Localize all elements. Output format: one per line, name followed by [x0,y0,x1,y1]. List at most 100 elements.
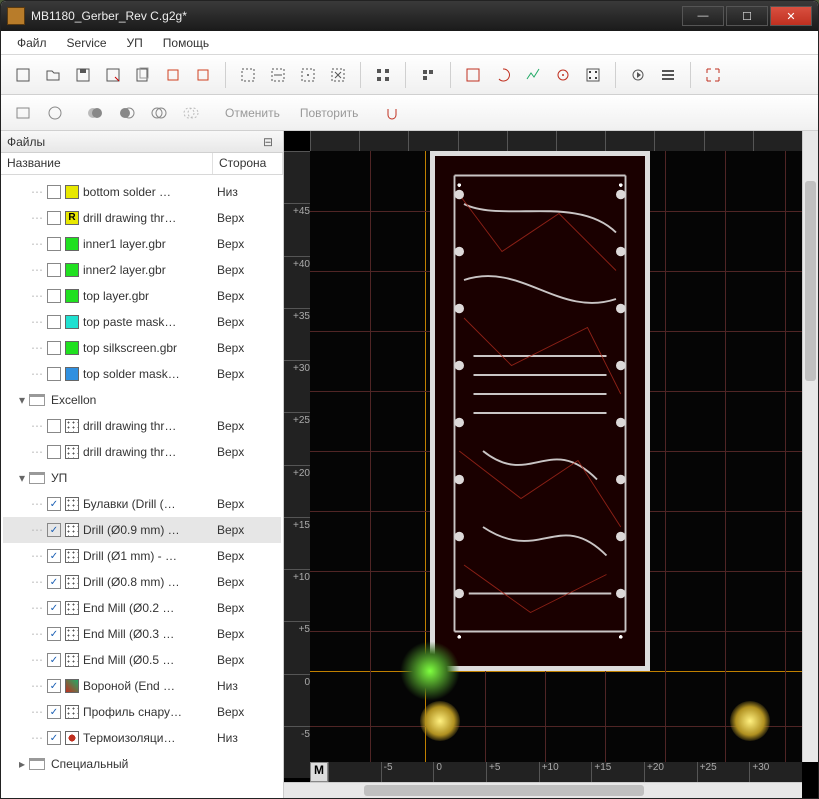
visibility-checkbox[interactable]: ✓ [47,731,61,745]
file-row[interactable]: ⋯✓Термоизоляци…Низ [3,725,281,751]
menu-service[interactable]: Service [57,33,117,53]
visibility-checkbox[interactable] [47,263,61,277]
scrollbar-thumb[interactable] [364,785,644,796]
files-panel: Файлы ⊟ Название Сторона ⋯bottom solder … [1,131,284,798]
file-row[interactable]: ⋯✓Drill (Ø1 mm) - …Верх [3,543,281,569]
secondary-toolbar: Отменить Повторить [1,95,818,131]
list-icon[interactable] [656,63,680,87]
grid-icon[interactable] [371,63,395,87]
bool-c-icon[interactable] [147,101,171,125]
maximize-button[interactable]: ☐ [726,6,768,26]
scrollbar-thumb[interactable] [805,181,816,381]
visibility-checkbox[interactable] [47,185,61,199]
bool-b-icon[interactable] [115,101,139,125]
visibility-checkbox[interactable] [47,367,61,381]
visibility-checkbox[interactable]: ✓ [47,627,61,641]
menu-help[interactable]: Помощь [153,33,219,53]
minimize-button[interactable]: — [682,6,724,26]
file-row[interactable]: ⋯top solder mask…Верх [3,361,281,387]
select-icon[interactable] [236,63,260,87]
menu-file[interactable]: Файл [7,33,57,53]
file-row[interactable]: ⋯✓Булавки (Drill (…Верх [3,491,281,517]
visibility-checkbox[interactable]: ✓ [47,497,61,511]
export-icon[interactable] [131,63,155,87]
visibility-checkbox[interactable] [47,237,61,251]
menu-up[interactable]: УП [117,33,153,53]
titlebar[interactable]: MB1180_Gerber_Rev C.g2g* — ☐ ✕ [1,1,818,31]
chart-icon[interactable] [521,63,545,87]
close-file-icon[interactable] [191,63,215,87]
row-label: Профиль снару… [83,705,217,719]
select-add-icon[interactable] [266,63,290,87]
folder-row[interactable]: ▾Excellon [3,387,281,413]
file-row[interactable]: ⋯top silkscreen.gbrВерх [3,335,281,361]
file-tree[interactable]: ⋯bottom solder …Низ⋯Rdrill drawing thr…В… [1,175,283,798]
file-row[interactable]: ⋯Rdrill drawing thr…Верх [3,205,281,231]
folder-row[interactable]: ▾УП [3,465,281,491]
pin-icon[interactable]: ⊟ [263,135,277,149]
file-row[interactable]: ⋯✓End Mill (Ø0.3 …Верх [3,621,281,647]
expand-icon[interactable]: ▾ [15,471,29,485]
visibility-checkbox[interactable]: ✓ [47,679,61,693]
layer-red-icon[interactable] [461,63,485,87]
reload-icon[interactable] [161,63,185,87]
file-row[interactable]: ⋯✓Drill (Ø0.8 mm) …Верх [3,569,281,595]
open-icon[interactable] [41,63,65,87]
snap-icon[interactable] [380,101,404,125]
visibility-checkbox[interactable]: ✓ [47,523,61,537]
visibility-checkbox[interactable] [47,289,61,303]
file-row[interactable]: ⋯✓Профиль снару…Верх [3,699,281,725]
shape-rect-icon[interactable] [11,101,35,125]
target-icon[interactable] [551,63,575,87]
expand-icon[interactable]: ▾ [15,393,29,407]
shape-circle-icon[interactable] [43,101,67,125]
file-row[interactable]: ⋯drill drawing thr…Верх [3,413,281,439]
file-row[interactable]: ⋯top paste mask…Верх [3,309,281,335]
visibility-checkbox[interactable] [47,341,61,355]
folder-row[interactable]: ▸Специальный [3,751,281,777]
visibility-checkbox[interactable] [47,211,61,225]
spiral-red-icon[interactable] [491,63,515,87]
visibility-checkbox[interactable]: ✓ [47,575,61,589]
file-row[interactable]: ⋯✓End Mill (Ø0.2 …Верх [3,595,281,621]
visibility-checkbox[interactable]: ✓ [47,549,61,563]
visibility-checkbox[interactable] [47,419,61,433]
viewport[interactable] [310,151,802,762]
file-row[interactable]: ⋯inner1 layer.gbrВерх [3,231,281,257]
fit-icon[interactable] [701,63,725,87]
row-label: Булавки (Drill (… [83,497,217,511]
main-toolbar [1,55,818,95]
panel-header[interactable]: Файлы ⊟ [1,131,283,153]
bool-a-icon[interactable] [83,101,107,125]
bool-d-icon[interactable] [179,101,203,125]
visibility-checkbox[interactable]: ✓ [47,705,61,719]
undo-button[interactable]: Отменить [219,106,286,120]
file-row[interactable]: ⋯drill drawing thr…Верх [3,439,281,465]
redo-button[interactable]: Повторить [294,106,365,120]
visibility-checkbox[interactable]: ✓ [47,653,61,667]
save-icon[interactable] [71,63,95,87]
vertical-scrollbar[interactable] [802,131,818,762]
col-name[interactable]: Название [1,153,213,174]
file-row[interactable]: ⋯bottom solder …Низ [3,179,281,205]
visibility-checkbox[interactable]: ✓ [47,601,61,615]
file-row[interactable]: ⋯✓Вороной (End …Низ [3,673,281,699]
ruler-corner[interactable]: M [310,762,328,782]
expand-icon[interactable]: ▸ [15,757,29,771]
close-button[interactable]: ✕ [770,6,812,26]
file-row[interactable]: ⋯✓Drill (Ø0.9 mm) …Верх [3,517,281,543]
visibility-checkbox[interactable] [47,315,61,329]
file-row[interactable]: ⋯✓End Mill (Ø0.5 …Верх [3,647,281,673]
col-side[interactable]: Сторона [213,153,283,174]
zoom-region-icon[interactable] [296,63,320,87]
save-as-icon[interactable] [101,63,125,87]
new-icon[interactable] [11,63,35,87]
horizontal-scrollbar[interactable] [284,782,802,798]
file-row[interactable]: ⋯inner2 layer.gbrВерх [3,257,281,283]
visibility-checkbox[interactable] [47,445,61,459]
run-icon[interactable] [626,63,650,87]
file-row[interactable]: ⋯top layer.gbrВерх [3,283,281,309]
dots-icon[interactable] [581,63,605,87]
zoom-fit-icon[interactable] [326,63,350,87]
tool-a-icon[interactable] [416,63,440,87]
